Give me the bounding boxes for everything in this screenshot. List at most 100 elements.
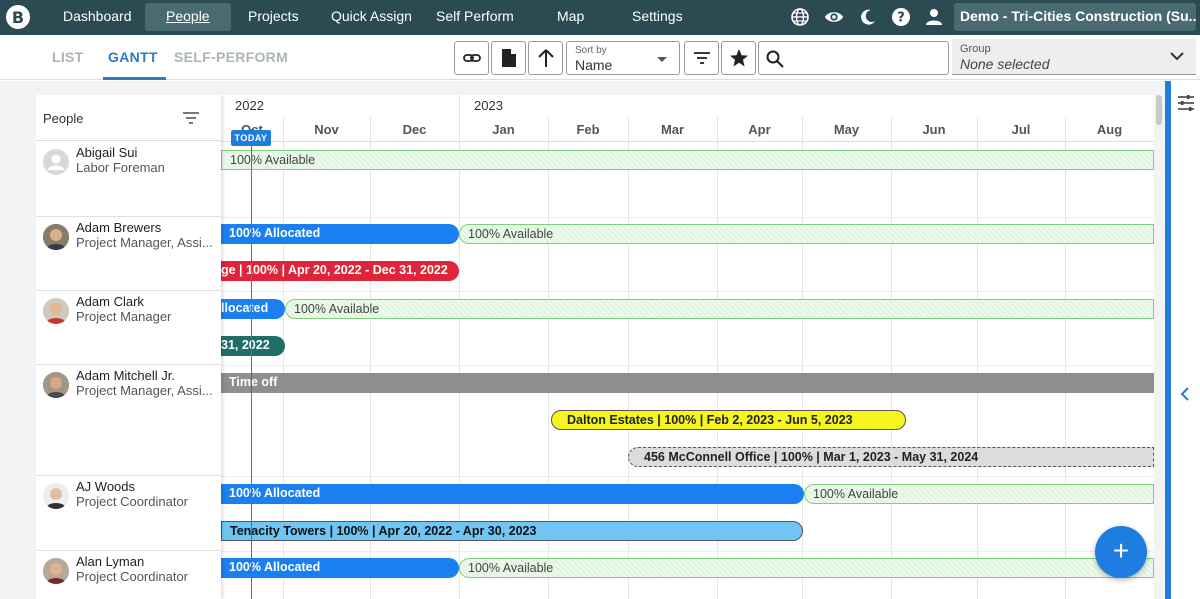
availability-bar[interactable]: 100% Available (804, 484, 1154, 504)
globe-icon[interactable] (790, 7, 810, 27)
gantt-chart: 2022 2023 Oct Nov Dec Jan Feb Mar Apr Ma… (221, 95, 1154, 599)
help-icon[interactable]: ? (891, 7, 911, 27)
nav-dashboard[interactable]: Dashboard (63, 0, 132, 35)
people-filter-icon[interactable] (182, 111, 200, 125)
group-select[interactable]: Group None selected (952, 39, 1196, 75)
today-line (251, 129, 252, 599)
people-header-label: People (43, 111, 84, 126)
search-input[interactable] (758, 41, 949, 75)
account-selector[interactable]: Demo - Tri-Cities Construction (Su... (954, 3, 1196, 31)
active-tab-indicator (103, 77, 166, 80)
person-role: Project Coordinator (76, 494, 188, 509)
person-row[interactable]: AJ Woods Project Coordinator (36, 476, 221, 551)
person-role: Labor Foreman (76, 160, 165, 175)
avatar (43, 149, 69, 175)
month-label: Aug (1096, 122, 1123, 137)
view-toolbar: LIST GANTT SELF-PERFORM Sort by Name Gro… (0, 35, 1200, 80)
month-label: Nov (314, 122, 339, 137)
person-name: AJ Woods (76, 479, 136, 494)
project-bar[interactable]: 456 McConnell Office | 100% | Mar 1, 202… (628, 447, 1154, 467)
nav-quick-assign[interactable]: Quick Assign (331, 0, 412, 35)
group-label: Group (960, 43, 991, 55)
nav-settings[interactable]: Settings (632, 0, 683, 35)
person-row[interactable]: Adam Brewers Project Manager, Assi... (36, 217, 221, 291)
sort-label: Sort by (575, 45, 607, 56)
group-value: None selected (960, 56, 1050, 72)
default-user-icon (48, 154, 64, 170)
month-label: Feb (576, 122, 600, 137)
person-role: Project Manager (76, 309, 172, 324)
add-button[interactable]: + (1095, 526, 1147, 578)
project-bar[interactable]: Tenacity Towers | 100% | Apr 20, 2022 - … (221, 521, 803, 541)
filter-button[interactable] (684, 41, 719, 75)
allocation-bar[interactable]: llocated (221, 299, 285, 319)
side-panel (1171, 81, 1200, 599)
person-role: Project Manager, Assi... (76, 235, 213, 250)
month-label: Jun (922, 122, 946, 137)
dropdown-caret-icon (657, 57, 667, 62)
link-icon (462, 54, 481, 62)
allocation-bar[interactable]: 100% Allocated (221, 484, 804, 504)
project-bar[interactable]: 31, 2022 (221, 336, 285, 356)
month-label: Jan (492, 122, 515, 137)
avatar (43, 558, 69, 584)
avatar (43, 372, 69, 398)
availability-bar[interactable]: 100% Available (221, 150, 1154, 170)
people-column-header: People (36, 95, 221, 141)
document-button[interactable] (491, 41, 526, 75)
gantt-panel: People Abigail Sui Labor Foreman Adam Br… (36, 95, 1154, 599)
svg-text:?: ? (897, 11, 905, 26)
project-bar[interactable]: ge | 100% | Apr 20, 2022 - Dec 31, 2022 (221, 261, 459, 281)
nav-people[interactable]: People (145, 3, 231, 31)
year-label: 2023 (474, 98, 503, 113)
chevron-down-icon (1170, 52, 1184, 61)
person-row[interactable]: Alan Lyman Project Coordinator (36, 551, 221, 599)
moon-icon[interactable] (858, 7, 878, 27)
allocation-bar[interactable]: 100% Allocated (221, 558, 459, 578)
chevron-left-icon[interactable] (1180, 386, 1190, 402)
person-row[interactable]: Abigail Sui Labor Foreman (36, 142, 221, 217)
person-name: Adam Mitchell Jr. (76, 368, 175, 383)
settings-sliders-icon[interactable] (1177, 94, 1195, 112)
person-role: Project Manager, Assi... (76, 383, 213, 398)
availability-bar[interactable]: 100% Available (459, 224, 1154, 244)
availability-bar[interactable]: 100% Available (459, 558, 1154, 578)
month-label: Apr (748, 122, 771, 137)
eye-icon[interactable] (824, 7, 844, 27)
scroll-up-button[interactable] (528, 41, 563, 75)
tab-list[interactable]: LIST (52, 49, 84, 65)
month-label: Mar (660, 122, 685, 137)
sort-select[interactable]: Sort by Name (566, 41, 680, 75)
user-account-icon[interactable] (924, 7, 944, 27)
app-logo[interactable]: B (6, 5, 30, 29)
tab-self-perform[interactable]: SELF-PERFORM (174, 49, 288, 65)
tab-gantt[interactable]: GANTT (108, 49, 158, 65)
avatar (43, 483, 69, 509)
top-navigation-bar: B Dashboard People Projects Quick Assign… (0, 0, 1200, 35)
people-column: People Abigail Sui Labor Foreman Adam Br… (36, 95, 221, 599)
favorite-button[interactable] (721, 41, 756, 75)
availability-bar[interactable]: 100% Available (285, 299, 1154, 319)
main-content: People Abigail Sui Labor Foreman Adam Br… (0, 81, 1200, 599)
nav-projects[interactable]: Projects (248, 0, 299, 35)
vertical-scrollbar[interactable] (1156, 95, 1162, 125)
month-label: May (833, 122, 860, 137)
allocation-bar[interactable]: 100% Allocated (221, 224, 459, 244)
month-label: Dec (402, 122, 427, 137)
person-name: Adam Brewers (76, 220, 162, 235)
time-off-bar[interactable]: Time off (221, 373, 1154, 393)
month-label: Jul (1011, 122, 1031, 137)
document-icon (501, 49, 516, 67)
search-icon (766, 50, 784, 68)
person-name: Abigail Sui (76, 145, 138, 160)
nav-self-perform[interactable]: Self Perform (436, 0, 514, 35)
link-button[interactable] (454, 41, 489, 75)
sort-value: Name (575, 57, 613, 73)
star-icon (729, 49, 748, 67)
year-label: 2022 (235, 98, 264, 113)
project-bar[interactable]: Dalton Estates | 100% | Feb 2, 2023 - Ju… (551, 410, 906, 430)
person-row[interactable]: Adam Clark Project Manager (36, 291, 221, 365)
avatar (43, 224, 69, 250)
nav-map[interactable]: Map (557, 0, 584, 35)
person-row[interactable]: Adam Mitchell Jr. Project Manager, Assi.… (36, 365, 221, 476)
